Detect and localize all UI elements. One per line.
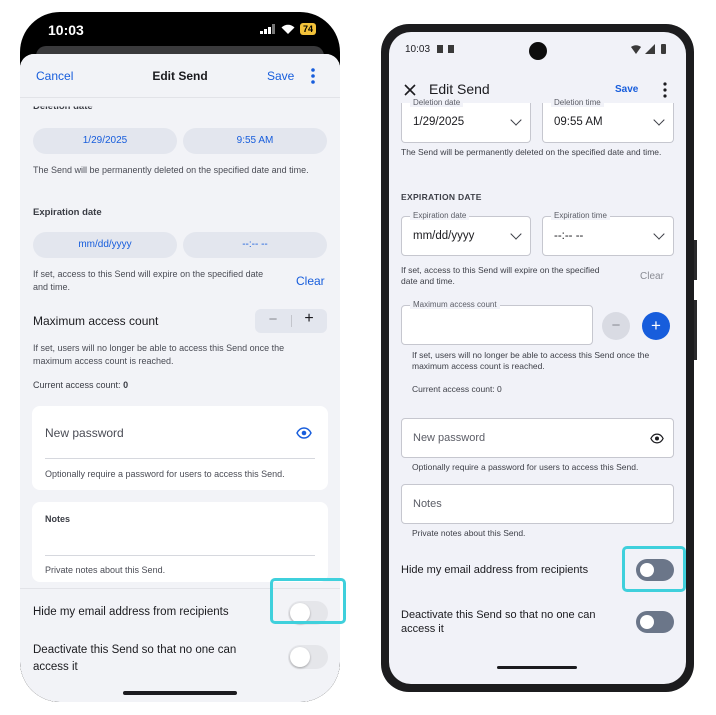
android-stepper-minus-button[interactable]: − <box>602 312 630 340</box>
android-expiration-clear-button[interactable]: Clear <box>640 271 664 282</box>
android-max-access-hint: If set, users will no longer be able to … <box>412 350 650 371</box>
ios-max-access-hint: If set, users will no longer be able to … <box>33 343 285 366</box>
android-expiration-date-field[interactable]: Expiration date mm/dd/yyyy <box>401 211 531 256</box>
android-password-field[interactable]: New password <box>401 418 674 458</box>
ios-notes-card: Notes Private notes about this Send. <box>32 502 328 582</box>
ios-deletion-time-picker[interactable]: 9:55 AM <box>183 128 327 154</box>
android-expiration-time-field[interactable]: Expiration time --:-- -- <box>542 211 674 256</box>
ios-expiration-hint: If set, access to this Send will expire … <box>33 269 264 292</box>
ios-more-icon[interactable] <box>310 67 316 85</box>
ios-max-access-label: Maximum access count <box>33 314 159 328</box>
ios-highlight-box <box>270 578 346 624</box>
ios-save-button[interactable]: Save <box>267 69 294 83</box>
android-max-access-label: Maximum access count <box>410 300 500 309</box>
ios-hide-email-label: Hide my email address from recipients <box>33 606 229 618</box>
close-icon[interactable] <box>404 84 416 96</box>
android-deletion-time-field[interactable]: Deletion time 09:55 AM <box>542 98 674 143</box>
ios-status-time: 10:03 <box>48 22 84 38</box>
battery-badge: 74 <box>299 23 316 35</box>
ios-deactivate-toggle[interactable] <box>288 645 328 669</box>
android-deletion-date-field[interactable]: Deletion date 1/29/2025 <box>401 98 531 143</box>
android-notes-field[interactable]: Notes <box>401 484 674 524</box>
android-deletion-date-label: Deletion date <box>410 98 464 107</box>
android-save-button[interactable]: Save <box>615 84 638 95</box>
ios-password-divider <box>45 458 315 459</box>
ios-expiration-date-picker[interactable]: mm/dd/yyyy <box>33 232 177 258</box>
android-stepper-plus-button[interactable]: + <box>642 312 670 340</box>
android-hide-email-label: Hide my email address from recipients <box>401 564 589 576</box>
ios-expiration-label: Expiration date <box>33 207 102 218</box>
ios-status-icons: 74 <box>259 23 316 35</box>
ios-notes-divider <box>45 555 315 556</box>
ios-notes-label: Notes <box>45 514 71 524</box>
ios-deactivate-label: Deactivate this Send so that no one can … <box>33 644 237 673</box>
android-more-icon[interactable] <box>663 82 667 98</box>
ios-notes-hint: Private notes about this Send. <box>45 565 166 575</box>
android-password-input: New password <box>413 432 486 444</box>
chevron-down-icon <box>653 114 665 126</box>
android-gesture-bar <box>497 666 577 669</box>
chevron-down-icon <box>510 228 522 240</box>
android-deactivate-toggle[interactable] <box>636 611 674 633</box>
android-status-icons <box>631 44 666 54</box>
android-current-access-count: Current access count: 0 <box>412 384 502 394</box>
ios-notes-input[interactable] <box>45 527 315 553</box>
ios-deletion-hint: The Send will be permanently deleted on … <box>33 165 309 175</box>
android-expiration-date-label: Expiration date <box>410 211 470 220</box>
android-deletion-time-label: Deletion time <box>551 98 604 107</box>
ios-max-access-stepper: − + <box>255 309 327 333</box>
android-deletion-date-value: 1/29/2025 <box>413 116 465 128</box>
android-notes-input: Notes <box>413 498 442 510</box>
eye-icon[interactable] <box>296 427 312 439</box>
ios-expiration-clear-button[interactable]: Clear <box>296 274 325 288</box>
android-deletion-hint: The Send will be permanently deleted on … <box>401 147 662 157</box>
chevron-down-icon <box>653 228 665 240</box>
camera-cutout <box>529 42 547 60</box>
ios-current-access-count: Current access count: 0 <box>33 380 128 390</box>
ios-home-indicator <box>123 691 237 695</box>
ios-stepper-minus-button[interactable]: − <box>255 311 291 328</box>
signal-icon <box>259 24 275 34</box>
android-password-hint: Optionally require a password for users … <box>412 462 639 472</box>
ios-expiration-time-picker[interactable]: --:-- -- <box>183 232 327 258</box>
notification-icon <box>437 45 454 53</box>
android-volume-button <box>694 240 697 280</box>
ios-deactivate-toggle-knob <box>290 647 310 667</box>
android-expiration-time-value: --:-- -- <box>554 230 584 242</box>
ios-stepper-plus-button[interactable]: + <box>291 310 327 328</box>
eye-icon[interactable] <box>650 433 664 444</box>
android-max-access-field[interactable]: Maximum access count <box>401 300 593 345</box>
android-notes-hint: Private notes about this Send. <box>412 528 526 538</box>
ios-password-card: New password Optionally require a passwo… <box>32 406 328 490</box>
android-expiration-date-value: mm/dd/yyyy <box>413 230 475 242</box>
android-highlight-box <box>622 546 686 592</box>
ios-password-hint: Optionally require a password for users … <box>45 469 285 479</box>
android-expiration-hint: If set, access to this Send will expire … <box>401 265 600 286</box>
android-expiration-section-title: EXPIRATION DATE <box>401 192 482 202</box>
ios-deletion-date-picker[interactable]: 1/29/2025 <box>33 128 177 154</box>
android-deactivate-label: Deactivate this Send so that no one can … <box>401 609 596 635</box>
chevron-down-icon <box>510 114 522 126</box>
android-expiration-time-label: Expiration time <box>551 211 610 220</box>
ios-current-access-value: 0 <box>123 380 129 390</box>
android-power-button <box>694 300 697 360</box>
ios-current-access-label: Current access count: <box>33 380 121 390</box>
wifi-icon <box>281 24 295 34</box>
ios-deletion-label: Deletion date <box>33 101 93 113</box>
android-status-time: 10:03 <box>405 44 431 55</box>
android-page-title: Edit Send <box>429 81 490 97</box>
ios-password-input[interactable]: New password <box>45 426 124 440</box>
ios-nav-bar: Cancel Edit Send Save <box>20 54 340 98</box>
android-deletion-time-value: 09:55 AM <box>554 116 603 128</box>
android-deactivate-toggle-knob <box>640 615 654 629</box>
